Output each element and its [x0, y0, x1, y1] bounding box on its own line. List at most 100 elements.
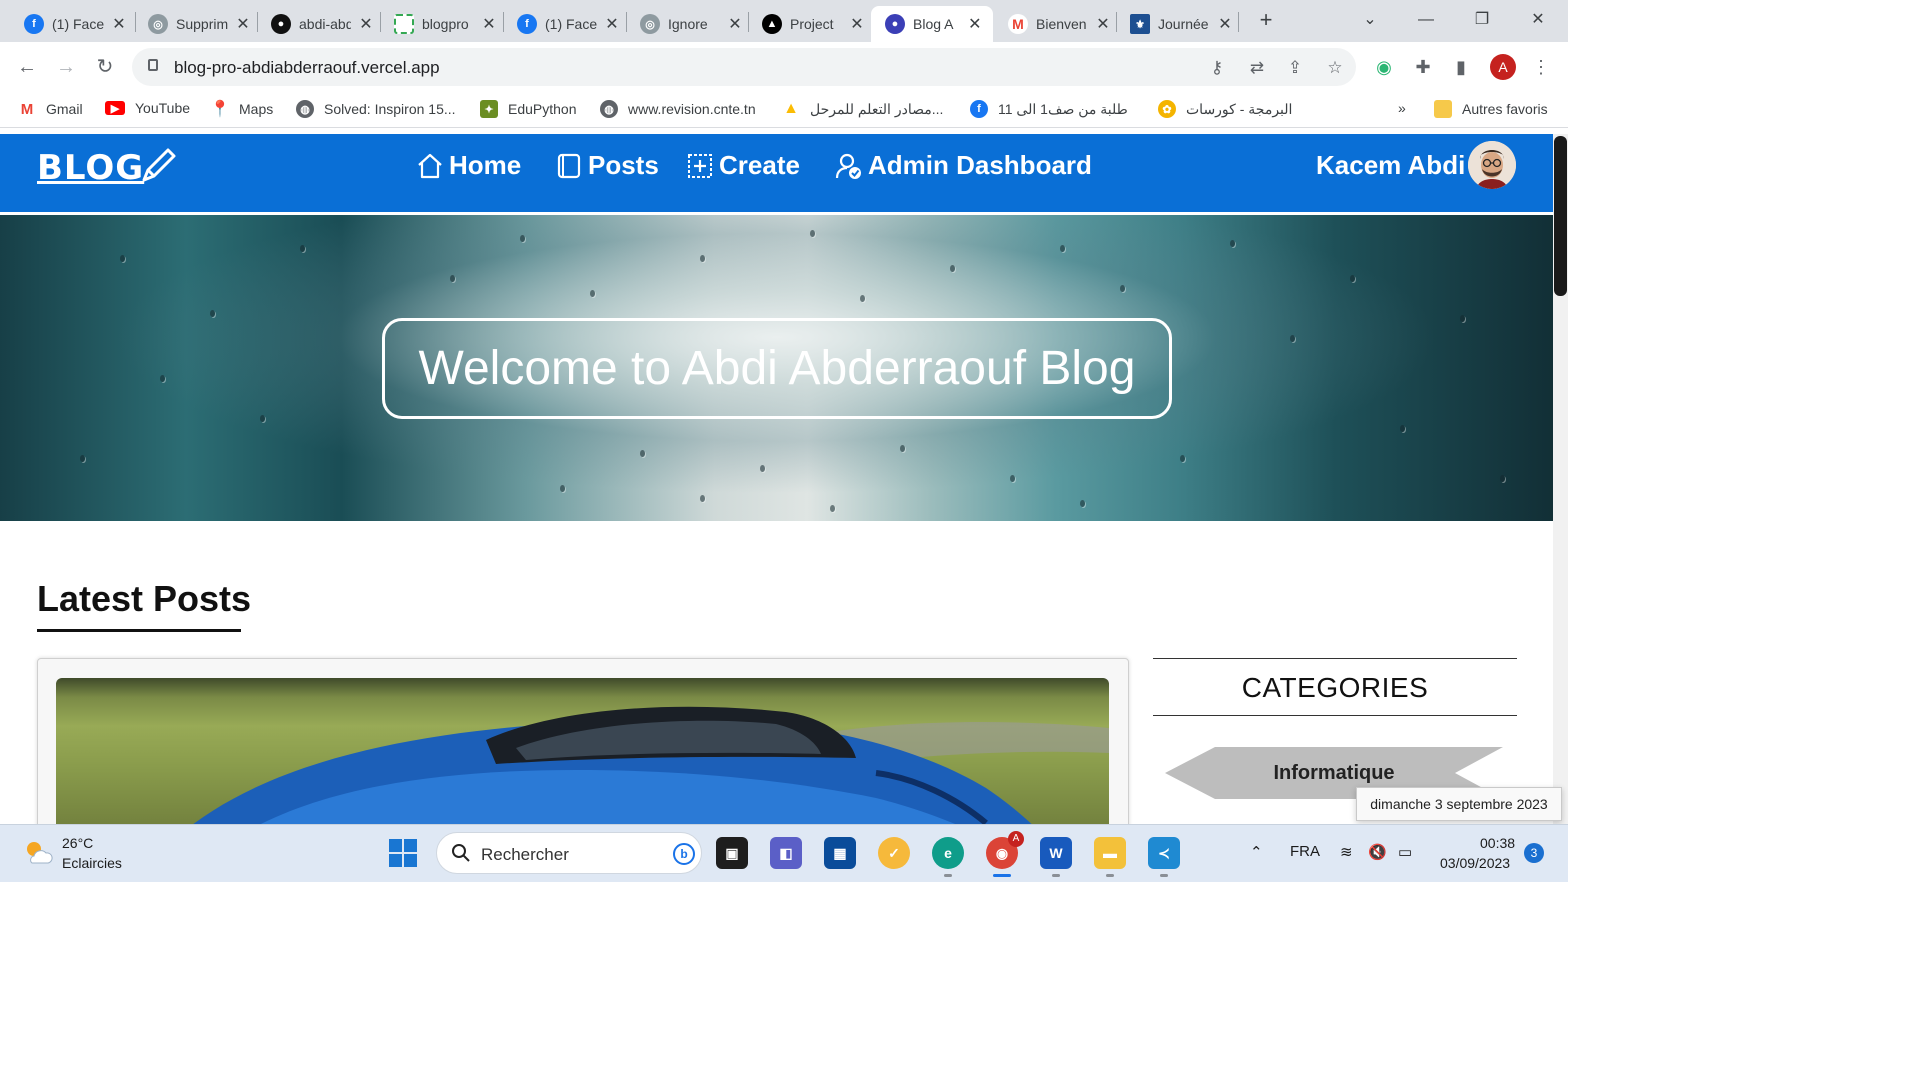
nav-posts[interactable]: Posts [554, 150, 659, 181]
other-bookmarks-folder[interactable]: Autres favoris [1434, 100, 1548, 118]
more-bookmarks-button[interactable]: » [1398, 100, 1406, 116]
bookmark-label: Maps [239, 101, 274, 117]
categories-top-rule [1153, 658, 1517, 659]
windows-start-icon[interactable] [389, 839, 417, 867]
tab-label: Ignore [668, 16, 708, 32]
wifi-icon[interactable]: ≋ [1340, 843, 1353, 861]
facebook-icon: f [517, 14, 537, 34]
reload-icon[interactable]: ↻ [92, 54, 118, 80]
url-text[interactable]: blog-pro-abdiabderraouf.vercel.app [174, 58, 440, 78]
nav-create[interactable]: Create [685, 150, 800, 181]
bookmark-facebook-group[interactable]: f طلبة من صف1 الى 11 [970, 100, 1128, 118]
weather-description[interactable]: Eclaircies [62, 855, 122, 871]
chatgpt-icon: ◎ [148, 14, 168, 34]
close-tab-icon[interactable]: ✕ [234, 14, 252, 34]
bookmark-star-icon[interactable]: ☆ [1324, 58, 1346, 78]
nav-label: Admin Dashboard [868, 150, 1092, 180]
browser-tab[interactable]: ⚜ Journée ✕ [1116, 6, 1244, 42]
edge-icon[interactable]: e [932, 837, 964, 869]
task-view-icon[interactable]: ▣ [716, 837, 748, 869]
browser-tab[interactable]: blogpro ✕ [380, 6, 508, 42]
lock-icon[interactable] [148, 59, 158, 71]
globe-icon: ◍ [600, 100, 618, 118]
restore-button[interactable]: ❐ [1462, 6, 1502, 34]
post-image[interactable] [56, 678, 1109, 838]
hero-title: Welcome to Abdi Abderraouf Blog [418, 342, 1136, 395]
store-icon[interactable]: ▦ [824, 837, 856, 869]
clock-date[interactable]: 03/09/2023 [1440, 855, 1510, 871]
close-tab-icon[interactable]: ✕ [480, 14, 498, 34]
share-icon[interactable]: ⇪ [1284, 58, 1306, 78]
volume-muted-icon[interactable]: 🔇 [1368, 843, 1387, 861]
menu-icon[interactable]: ⋮ [1530, 56, 1552, 78]
close-tab-icon[interactable]: ✕ [1094, 14, 1112, 34]
taskbar-search[interactable]: Rechercher b [436, 832, 702, 874]
browser-tab[interactable]: f (1) Faceb ✕ [10, 6, 138, 42]
input-language[interactable]: FRA [1290, 843, 1320, 860]
bookmark-maps[interactable]: 📍 Maps [210, 100, 274, 118]
close-tab-icon[interactable]: ✕ [1216, 14, 1234, 34]
bookmark-label: البرمجة - كورسات [1186, 100, 1293, 117]
browser-tab[interactable]: ▲ Project ✕ [748, 6, 876, 42]
new-tab-button[interactable]: + [1252, 6, 1280, 34]
bookmark-courses[interactable]: ✿ البرمجة - كورسات [1158, 100, 1292, 118]
translate-icon[interactable]: ⇄ [1246, 58, 1268, 78]
vscode-icon[interactable]: ≺ [1148, 837, 1180, 869]
browser-tab[interactable]: ◎ Ignore ✕ [626, 6, 754, 42]
browser-tab[interactable]: ◎ Supprimer ✕ [134, 6, 262, 42]
nav-home[interactable]: Home [415, 150, 521, 181]
scrollbar-thumb[interactable] [1554, 136, 1567, 296]
clock-time[interactable]: 00:38 [1480, 835, 1515, 851]
close-tab-icon[interactable]: ✕ [603, 14, 621, 34]
word-icon[interactable]: W [1040, 837, 1072, 869]
file-explorer-icon[interactable]: ▬ [1094, 837, 1126, 869]
categories-bottom-rule [1153, 715, 1517, 716]
tab-label: abdi-abd [299, 16, 351, 32]
bookmark-label: Gmail [46, 101, 83, 117]
minimize-button[interactable]: — [1406, 6, 1446, 34]
forward-icon[interactable]: → [53, 54, 79, 80]
site-logo[interactable]: BLOG [37, 148, 144, 188]
teams-icon[interactable]: ◧ [770, 837, 802, 869]
bookmark-youtube[interactable]: ▶ YouTube [105, 100, 190, 116]
notification-badge[interactable]: 3 [1524, 843, 1544, 863]
close-tab-icon[interactable]: ✕ [110, 14, 128, 34]
bookmark-label: Solved: Inspiron 15... [324, 101, 456, 117]
gmail-icon: M [18, 100, 36, 118]
close-tab-icon[interactable]: ✕ [726, 14, 744, 34]
tab-search-icon[interactable]: ⌄ [1350, 6, 1390, 34]
quebec-icon: ⚜ [1130, 14, 1150, 34]
bing-icon[interactable]: b [673, 843, 695, 865]
bookmark-solved[interactable]: ◍ Solved: Inspiron 15... [296, 100, 456, 118]
bookmark-label: طلبة من صف1 الى 11 [998, 100, 1128, 117]
close-window-button[interactable]: ✕ [1518, 6, 1558, 34]
browser-tab[interactable]: f (1) Faceb ✕ [503, 6, 631, 42]
bookmark-revision[interactable]: ◍ www.revision.cnte.tn [600, 100, 756, 118]
category-label: Informatique [1273, 761, 1395, 784]
browser-tab-active[interactable]: ● Blog A ✕ [871, 6, 993, 42]
extension-icon[interactable]: ◉ [1373, 56, 1395, 78]
profile-avatar[interactable]: A [1490, 54, 1516, 80]
browser-tab[interactable]: ● abdi-abd ✕ [257, 6, 385, 42]
close-tab-icon[interactable]: ✕ [848, 14, 866, 34]
page-icon [394, 14, 414, 34]
address-bar[interactable]: blog-pro-abdiabderraouf.vercel.app ⚷ ⇄ ⇪… [132, 48, 1356, 86]
puzzle-icon[interactable]: ✚ [1412, 56, 1434, 78]
user-avatar[interactable] [1468, 141, 1516, 189]
weather-partly-sunny-icon[interactable] [22, 837, 54, 869]
key-icon[interactable]: ⚷ [1206, 58, 1228, 78]
close-tab-icon[interactable]: ✕ [357, 14, 375, 34]
tray-overflow-icon[interactable]: ⌃ [1250, 843, 1263, 861]
vpn-icon[interactable]: ✓ [878, 837, 910, 869]
bookmark-drive[interactable]: ▲ مصادر التعلم للمرحل... [782, 100, 943, 118]
bookmark-gmail[interactable]: M Gmail [18, 100, 83, 118]
user-name[interactable]: Kacem Abdi [1316, 150, 1465, 181]
battery-icon[interactable]: ▭ [1398, 843, 1412, 861]
close-tab-icon[interactable]: ✕ [967, 14, 983, 34]
back-icon[interactable]: ← [14, 54, 40, 80]
bookmark-edupython[interactable]: ✦ EduPython [480, 100, 577, 118]
weather-temperature[interactable]: 26°C [62, 835, 93, 851]
nav-admin-dashboard[interactable]: Admin Dashboard [834, 150, 1092, 181]
browser-tab[interactable]: M Bienven ✕ [994, 6, 1122, 42]
side-panel-icon[interactable]: ▮ [1450, 56, 1472, 78]
